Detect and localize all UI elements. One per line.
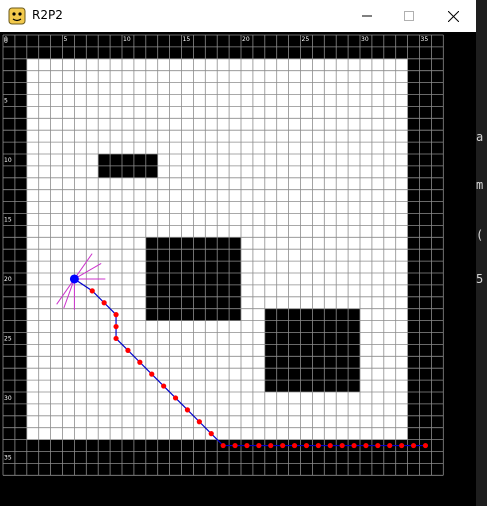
path-waypoint xyxy=(339,442,345,449)
robot-marker xyxy=(69,274,79,284)
path-waypoint xyxy=(184,407,191,413)
y-tick-label: 30 xyxy=(4,395,12,402)
path-waypoint xyxy=(161,383,167,389)
path-waypoint xyxy=(113,323,119,330)
simulation-canvas[interactable]: 0 0 5 5 10 10 15 15 20 20 25 25 30 30 35 35 xyxy=(0,32,476,506)
path-waypoint xyxy=(375,442,381,449)
path-waypoint xyxy=(280,442,286,449)
path-waypoint xyxy=(387,442,393,449)
y-tick-label: 25 xyxy=(4,336,12,343)
y-tick-label: 0 xyxy=(4,38,8,45)
x-tick-label: 5 xyxy=(64,36,68,43)
x-tick-label: 25 xyxy=(302,36,310,43)
grid-map[interactable]: 00 55101015152020252530303535 xyxy=(0,32,476,506)
y-tick-label: 20 xyxy=(4,276,12,283)
path-waypoint xyxy=(268,442,274,449)
path-waypoint xyxy=(244,442,250,449)
x-tick-label: 35 xyxy=(421,36,429,43)
path-waypoint xyxy=(113,335,119,342)
x-tick-label: 20 xyxy=(242,36,250,43)
app-window: R2P2 0 0 5 5 10 10 15 15 20 20 25 25 30 30 35 35 xyxy=(0,0,476,506)
path-waypoint xyxy=(172,395,179,401)
minimize-button[interactable] xyxy=(344,0,390,32)
path-waypoint xyxy=(327,442,333,449)
background-text: ( xyxy=(476,228,484,242)
path-waypoint xyxy=(137,359,143,365)
path-waypoint xyxy=(303,442,310,449)
maximize-icon xyxy=(404,11,414,21)
path-waypoint xyxy=(220,442,226,449)
y-tick-label: 15 xyxy=(4,217,12,224)
path-waypoint xyxy=(149,371,155,377)
window-title: R2P2 xyxy=(32,8,63,22)
path-waypoint xyxy=(196,419,202,425)
background-editor-strip: a m ( 5 xyxy=(476,0,487,506)
maximize-button[interactable] xyxy=(386,0,432,32)
close-button[interactable] xyxy=(430,0,476,32)
path-waypoint xyxy=(291,442,298,449)
y-tick-label: 10 xyxy=(4,157,12,164)
path-waypoint xyxy=(422,442,429,449)
y-tick-label: 35 xyxy=(4,455,12,462)
x-tick-label: 30 xyxy=(361,36,369,43)
close-icon xyxy=(447,10,459,22)
path-waypoint xyxy=(399,442,405,449)
path-waypoint xyxy=(113,312,119,318)
path-waypoint xyxy=(351,442,357,449)
x-tick-label: 10 xyxy=(123,36,131,43)
path-waypoint xyxy=(410,442,417,449)
path-waypoint xyxy=(208,431,214,437)
path-waypoint xyxy=(363,442,369,449)
pygame-snake-icon xyxy=(8,7,26,25)
path-waypoint xyxy=(101,300,107,306)
path-waypoint xyxy=(315,442,321,449)
x-tick-label: 15 xyxy=(183,36,191,43)
path-waypoint xyxy=(89,288,95,294)
path-waypoint xyxy=(256,442,262,449)
background-text: 5 xyxy=(476,272,484,286)
background-text: a xyxy=(476,130,484,144)
path-waypoint xyxy=(232,442,238,449)
minimize-icon xyxy=(362,15,372,17)
title-bar[interactable]: R2P2 xyxy=(0,0,476,32)
y-tick-label: 5 xyxy=(4,98,8,105)
path-waypoint xyxy=(125,347,131,353)
background-text: m xyxy=(476,178,484,192)
